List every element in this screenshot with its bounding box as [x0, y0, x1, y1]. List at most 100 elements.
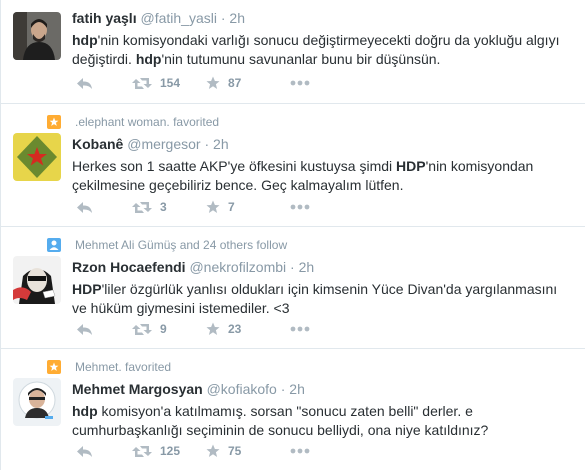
star-icon	[206, 200, 220, 213]
tweet-text-part: 'liler özgürlük yanlısı oldukları için k…	[101, 281, 558, 297]
retweet-count: 125	[160, 444, 181, 458]
retweet-count: 3	[160, 200, 167, 214]
more-icon	[290, 80, 310, 86]
avatar[interactable]	[13, 378, 61, 426]
reply-icon	[77, 201, 92, 213]
favorite-button[interactable]: 7	[206, 200, 290, 214]
author-handle[interactable]: @fatih_yasli	[140, 10, 216, 26]
more-icon	[290, 448, 310, 454]
tweet-actions: 9 23	[76, 322, 310, 336]
retweet-icon	[132, 77, 152, 89]
star-icon	[206, 322, 220, 335]
timestamp[interactable]: 2h	[213, 136, 229, 152]
context-text[interactable]: .elephant woman. favorited	[75, 115, 219, 129]
more-icon	[290, 326, 310, 332]
author-name[interactable]: Rzon Hocaefendi	[72, 259, 186, 275]
tweet-actions: 154 87	[76, 76, 310, 90]
separator: ·	[220, 10, 226, 26]
favorite-count: 75	[228, 444, 242, 458]
star-icon	[47, 360, 61, 374]
tweet-text-part: Herkes son 1 saatte AKP'ye öfkesini kust…	[72, 158, 397, 174]
context-text[interactable]: Mehmet Ali Gümüş and 24 others follow	[75, 238, 287, 252]
tweet: Mehmet Ali Gümüş and 24 others follow Rz…	[1, 227, 585, 349]
tweet: .elephant woman. favorited Kobanê @merge…	[1, 104, 585, 227]
tweet-text-part: ve hüküm giymesini istemediler. <3	[72, 300, 290, 316]
favorite-button[interactable]: 87	[206, 76, 290, 90]
star-icon	[206, 444, 220, 457]
tweet-header: Rzon Hocaefendi @nekrofilzombi · 2h	[72, 259, 314, 275]
hashtag-term[interactable]: hdp	[136, 51, 162, 67]
reply-button[interactable]	[76, 445, 132, 458]
retweet-icon	[132, 445, 152, 457]
tweet-text-part: çekilmesine geçebiliriz bence. Geç kalma…	[72, 177, 404, 193]
reply-icon	[77, 323, 92, 335]
star-icon	[47, 115, 61, 129]
author-handle[interactable]: @mergesor	[127, 136, 200, 152]
tweet-text: hdp'nin komisyondaki varlığı sonucu deği…	[72, 31, 571, 69]
tweet-context: Mehmet. favorited	[47, 360, 171, 374]
star-icon	[206, 76, 220, 89]
hashtag-term[interactable]: hdp	[72, 403, 98, 419]
separator: ·	[280, 381, 286, 397]
tweet-header: fatih yaşlı @fatih_yasli · 2h	[72, 10, 245, 26]
avatar[interactable]	[13, 133, 61, 181]
timestamp[interactable]: 2h	[289, 381, 305, 397]
tweet-text: HDP'liler özgürlük yanlısı oldukları içi…	[72, 280, 571, 318]
tweet-context: Mehmet Ali Gümüş and 24 others follow	[47, 238, 287, 252]
tweet-text-part: değiştirdi.	[72, 51, 136, 67]
hashtag-term[interactable]: HDP	[72, 281, 102, 297]
author-handle[interactable]: @kofiakofo	[207, 381, 277, 397]
hashtag-term[interactable]: HDP	[396, 158, 426, 174]
tweet: fatih yaşlı @fatih_yasli · 2h hdp'nin ko…	[1, 0, 585, 104]
more-button[interactable]	[290, 204, 310, 210]
author-handle[interactable]: @nekrofilzombi	[189, 259, 286, 275]
tweet-actions: 3 7	[76, 200, 310, 214]
retweet-count: 154	[160, 76, 181, 90]
timestamp[interactable]: 2h	[229, 10, 245, 26]
more-button[interactable]	[290, 326, 310, 332]
tweet-text-part: cumhurbaşkanlığı seçiminin de sonucu bel…	[72, 422, 489, 438]
tweet-text-part: 'nin komisyondaki varlığı sonucu değişti…	[97, 32, 560, 48]
favorite-button[interactable]: 75	[206, 444, 290, 458]
tweet-text-part: 'nin tutumunu savunanlar bunu bir düşüns…	[161, 51, 441, 67]
reply-icon	[77, 77, 92, 89]
reply-button[interactable]	[76, 77, 132, 90]
retweet-icon	[132, 201, 152, 213]
favorite-button[interactable]: 23	[206, 322, 290, 336]
retweet-button[interactable]: 3	[132, 200, 206, 214]
more-button[interactable]	[290, 80, 310, 86]
more-icon	[290, 204, 310, 210]
tweet-text-part: komisyon'a katılmamış. sorsan "sonucu za…	[97, 403, 473, 419]
tweet-text-part: 'nin komisyondan	[425, 158, 534, 174]
author-name[interactable]: Mehmet Margosyan	[72, 381, 203, 397]
author-name[interactable]: fatih yaşlı	[72, 10, 137, 26]
separator: ·	[290, 259, 295, 275]
tweet-actions: 125 75	[76, 444, 310, 458]
retweet-icon	[132, 323, 152, 335]
avatar[interactable]	[13, 12, 61, 60]
retweet-button[interactable]: 9	[132, 322, 206, 336]
tweet: Mehmet. favorited Mehmet Margosyan @kofi…	[1, 349, 585, 470]
retweet-button[interactable]: 125	[132, 444, 206, 458]
separator: ·	[204, 136, 210, 152]
timestamp[interactable]: 2h	[299, 259, 315, 275]
favorite-count: 7	[228, 200, 235, 214]
favorite-count: 23	[228, 322, 242, 336]
tweet-header: Mehmet Margosyan @kofiakofo · 2h	[72, 381, 305, 397]
reply-button[interactable]	[76, 201, 132, 214]
follow-icon	[47, 238, 61, 252]
favorite-count: 87	[228, 76, 242, 90]
retweet-count: 9	[160, 322, 167, 336]
reply-icon	[77, 445, 92, 457]
reply-button[interactable]	[76, 323, 132, 336]
more-button[interactable]	[290, 448, 310, 454]
tweet-text: Herkes son 1 saatte AKP'ye öfkesini kust…	[72, 157, 571, 195]
tweet-header: Kobanê @mergesor · 2h	[72, 136, 229, 152]
context-text[interactable]: Mehmet. favorited	[75, 360, 171, 374]
tweet-text: hdp komisyon'a katılmamış. sorsan "sonuc…	[72, 402, 571, 440]
retweet-button[interactable]: 154	[132, 76, 206, 90]
avatar[interactable]	[13, 256, 61, 304]
author-name[interactable]: Kobanê	[72, 136, 123, 152]
tweet-context: .elephant woman. favorited	[47, 115, 219, 129]
hashtag-term[interactable]: hdp	[72, 32, 98, 48]
